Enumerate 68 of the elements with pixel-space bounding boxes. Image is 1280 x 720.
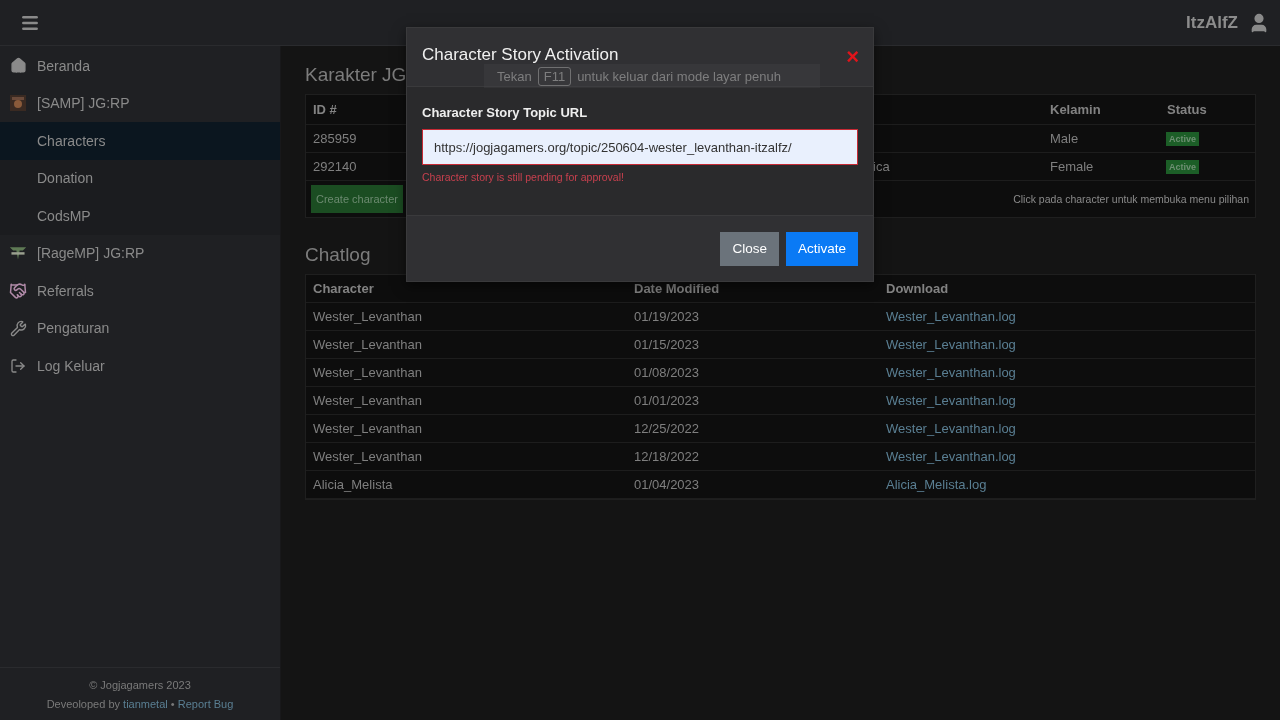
create-character-button[interactable]: Create character <box>311 185 403 213</box>
download-link[interactable]: Alicia_Melista.log <box>886 477 987 492</box>
table-cell: ica <box>873 159 890 174</box>
logout-icon <box>10 357 26 374</box>
download-link[interactable]: Wester_Levanthan.log <box>886 365 1016 380</box>
table-cell: 12/25/2022 <box>634 421 700 436</box>
table-cell: 01/04/2023 <box>634 477 700 492</box>
column-header: Character <box>313 281 374 296</box>
table-cell: Male <box>1050 131 1079 146</box>
hint-text: Click pada character untuk membuka menu pilihan <box>1013 193 1249 205</box>
notice-text: untuk keluar dari mode layar penuh <box>577 68 781 84</box>
close-button[interactable]: Close <box>720 231 779 266</box>
separator-text: • <box>169 698 176 710</box>
username[interactable]: ItzAlfZ <box>1186 12 1238 33</box>
table-cell: 01/08/2023 <box>634 365 700 380</box>
table-cell: Wester_Levanthan <box>313 393 422 408</box>
table-cell: Alicia_Melista <box>313 477 393 492</box>
key-label: F11 <box>537 66 572 86</box>
credit-text: Deveoloped by <box>46 698 121 710</box>
table-cell: 01/15/2023 <box>634 337 700 352</box>
activate-button[interactable]: Activate <box>785 231 858 266</box>
copyright-text: © Jogjagamers 2023 <box>88 678 192 693</box>
column-header: ID # <box>313 102 337 117</box>
table-cell: Wester_Levanthan <box>313 365 422 380</box>
close-button[interactable]: × <box>846 46 859 68</box>
status-badge: Active <box>1166 159 1199 174</box>
download-link[interactable]: Wester_Levanthan.log <box>886 337 1016 352</box>
download-link[interactable]: Wester_Levanthan.log <box>886 309 1016 324</box>
error-message: Character story is still pending for approval! <box>422 171 625 183</box>
table-cell: Wester_Levanthan <box>313 421 422 436</box>
table-cell: 01/01/2023 <box>634 393 700 408</box>
table-cell: Female <box>1050 159 1094 174</box>
page-title: Karakter JG <box>305 63 407 87</box>
handshake-icon <box>9 281 27 300</box>
sidebar-item[interactable]: Beranda <box>0 47 280 85</box>
table-cell: Wester_Levanthan <box>313 337 422 352</box>
tools-icon <box>9 319 27 337</box>
sidebar-subitem[interactable]: Characters <box>0 122 280 160</box>
sidebar-item[interactable]: [RageMP] JG:RP <box>0 234 280 272</box>
download-link[interactable]: Wester_Levanthan.log <box>886 393 1016 408</box>
sidebar-subitem[interactable]: Donation <box>0 159 280 197</box>
status-badge: Active <box>1166 131 1199 146</box>
column-header: Kelamin <box>1050 102 1101 117</box>
download-link[interactable]: Wester_Levanthan.log <box>886 421 1016 436</box>
report-bug-link[interactable]: Report Bug <box>177 698 234 710</box>
section-title: Chatlog <box>305 243 371 267</box>
column-header: Date Modified <box>634 281 720 296</box>
sidebar-item[interactable]: Pengaturan <box>0 309 280 347</box>
table-cell: 12/18/2022 <box>634 449 700 464</box>
column-header: Status <box>1167 102 1207 117</box>
column-header: Download <box>886 281 949 296</box>
table-cell: Wester_Levanthan <box>313 449 422 464</box>
game-logo-icon <box>10 95 26 112</box>
sidebar-item[interactable]: Log Keluar <box>0 347 280 385</box>
sidebar-subitem[interactable]: CodsMP <box>0 197 280 235</box>
table-cell: 01/19/2023 <box>634 309 700 324</box>
url-field[interactable]: https://jogjagamers.org/topic/250604-wester_levanthan-itzalfz/ <box>422 129 858 165</box>
modal-title: Character Story Activation <box>422 44 619 64</box>
table-cell: 285959 <box>313 131 357 146</box>
table-cell: Wester_Levanthan <box>313 309 422 324</box>
table-cell: 292140 <box>313 159 357 174</box>
download-link[interactable]: Wester_Levanthan.log <box>886 449 1016 464</box>
field-label: Character Story Topic URL <box>422 105 589 120</box>
notice-text: Tekan <box>497 68 532 84</box>
home-icon <box>9 57 27 75</box>
sidebar-item[interactable]: [SAMP] JG:RP <box>0 84 280 122</box>
developer-link[interactable]: tianmetal <box>123 698 168 710</box>
sidebar-item[interactable]: Referrals <box>0 272 280 310</box>
